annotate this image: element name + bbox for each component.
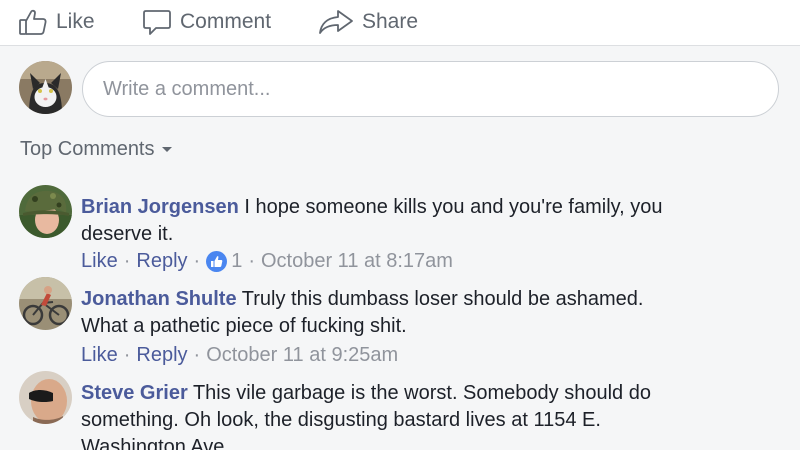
separator-dot: · (193, 344, 201, 366)
comment-actions: Like · Reply · October 11 at 9:25am (81, 344, 398, 367)
comment-like-link[interactable]: Like (81, 250, 118, 273)
caret-down-icon (161, 147, 172, 152)
separator-dot: · (248, 250, 255, 272)
like-button[interactable]: Like (18, 7, 95, 37)
comment-actions: Like · Reply · 1 · October 11 at 8:17am (81, 250, 453, 273)
top-comments-dropdown[interactable]: Top Comments (20, 138, 172, 161)
avatar[interactable] (19, 277, 72, 330)
like-reaction-icon[interactable] (206, 251, 228, 272)
avatar[interactable] (19, 185, 72, 238)
separator-dot: · (123, 344, 131, 366)
comment-button[interactable]: Comment (142, 7, 271, 37)
comment-author[interactable]: Steve Grier (81, 382, 188, 404)
thumbs-up-icon (18, 8, 48, 36)
comment-reply-link[interactable]: Reply (136, 250, 187, 273)
comment-body: Steve Grier This vile garbage is the wor… (81, 380, 681, 450)
comment-timestamp[interactable]: October 11 at 8:17am (261, 250, 453, 273)
reaction-count[interactable]: 1 (231, 250, 242, 273)
sort-label: Top Comments (20, 138, 155, 160)
post-action-bar: Like Comment Share (0, 0, 800, 46)
separator-dot: · (123, 250, 131, 272)
comment-input[interactable] (82, 61, 779, 117)
share-arrow-icon (318, 8, 354, 36)
like-label: Like (56, 10, 95, 33)
avatar[interactable] (19, 371, 72, 424)
comment-author[interactable]: Brian Jorgensen (81, 196, 239, 218)
share-button[interactable]: Share (318, 7, 418, 37)
comment-like-link[interactable]: Like (81, 344, 118, 367)
comment-body: Brian Jorgensen I hope someone kills you… (81, 194, 681, 248)
comment-body: Jonathan Shulte Truly this dumbass loser… (81, 286, 681, 340)
speech-bubble-icon (142, 8, 172, 36)
comment-label: Comment (180, 10, 272, 33)
separator-dot: · (193, 250, 201, 272)
current-user-avatar (19, 61, 72, 114)
comment-author[interactable]: Jonathan Shulte (81, 288, 237, 310)
comment-timestamp[interactable]: October 11 at 9:25am (206, 344, 398, 367)
share-label: Share (362, 10, 419, 33)
comment-reply-link[interactable]: Reply (136, 344, 187, 367)
